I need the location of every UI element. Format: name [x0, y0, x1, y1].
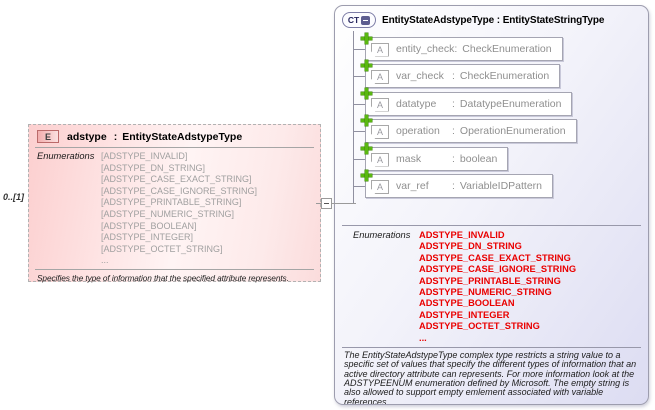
attribute-type: DatatypeEnumeration	[459, 97, 562, 110]
enumeration-item: [ADSTYPE_BOOLEAN]	[101, 220, 197, 231]
attribute-type: OperationEnumeration	[459, 125, 566, 137]
attribute-colon: :	[452, 70, 455, 82]
element-colon: :	[113, 130, 118, 143]
enumeration-item: [ADSTYPE_CASE_EXACT_STRING]	[101, 174, 252, 185]
complextype-enumerations-section: Enumerations ADSTYPE_INVALID ADSTYPE_DN_…	[342, 225, 641, 347]
enumeration-item: [ADSTYPE_CASE_IGNORE_STRING]	[101, 185, 258, 196]
attribute-type: CheckEnumeration	[462, 42, 552, 55]
add-plus-icon	[361, 142, 372, 154]
attribute-type: CheckEnumeration	[459, 70, 550, 82]
attribute-type: VariableIDPattern	[459, 180, 543, 192]
attribute-name: var_ref	[396, 180, 429, 192]
enumeration-item: ADSTYPE_DN_STRING	[419, 241, 522, 252]
enumeration-item: ...	[419, 332, 427, 343]
element-icon-label: E	[44, 131, 51, 142]
attribute-row-mask: A mask: boolean	[353, 142, 648, 171]
enumeration-item: [ADSTYPE_INVALID]	[101, 151, 188, 161]
attribute-colon: :	[452, 125, 455, 137]
enumeration-item: [ADSTYPE_INTEGER]	[101, 232, 194, 243]
complextype-header: CT EntityStateAdstypeType : EntityStateS…	[335, 6, 648, 31]
complextype-icon: CT	[342, 12, 376, 28]
attribute-name: operation	[396, 125, 440, 137]
attribute-box-mask[interactable]: A mask: boolean	[361, 142, 509, 171]
enumeration-item: [ADSTYPE_NUMERIC_STRING]	[101, 208, 235, 219]
add-plus-icon	[361, 115, 372, 126]
complextype-annotation: The EntityStateAdstypeType complex type …	[342, 347, 641, 404]
collapse-icon[interactable]	[361, 15, 371, 25]
attribute-row-entity-check: A entity_check: CheckEnumeration	[353, 32, 648, 61]
complextype-enumeration-list: ADSTYPE_INVALID ADSTYPE_DN_STRING ADSTYP…	[419, 230, 576, 344]
cardinality-label: 0..[1]	[3, 192, 25, 202]
attribute-name: mask	[396, 152, 422, 165]
complextype-base-type: EntityStateStringType	[502, 14, 605, 26]
enumeration-item: ADSTYPE_CASE_EXACT_STRING	[419, 252, 571, 263]
add-plus-icon	[361, 170, 372, 181]
element-title: adstype: EntityStateAdstypeType	[67, 131, 242, 143]
enumeration-item: ...	[101, 255, 109, 266]
add-plus-icon	[361, 60, 372, 71]
enumeration-item: ADSTYPE_NUMERIC_STRING	[419, 287, 552, 298]
enumeration-item: ADSTYPE_PRINTABLE_STRING	[419, 275, 561, 286]
enumeration-item: ADSTYPE_INTEGER	[419, 309, 510, 320]
attribute-icon: A	[371, 97, 389, 112]
element-type: EntityStateAdstypeType	[122, 130, 243, 143]
attribute-icon: A	[371, 180, 389, 194]
complextype-title: EntityStateAdstypeType : EntityStateStri…	[382, 15, 604, 26]
enumeration-item: ADSTYPE_INVALID	[419, 230, 505, 240]
attribute-colon: :	[452, 97, 455, 110]
complextype-box: CT EntityStateAdstypeType : EntityStateS…	[334, 5, 649, 405]
complextype-colon: :	[496, 14, 501, 26]
element-box: E adstype: EntityStateAdstypeType Enumera…	[28, 124, 321, 283]
element-annotation: Specifies the type of information that t…	[35, 268, 314, 283]
enumeration-item: ADSTYPE_CASE_IGNORE_STRING	[419, 264, 577, 275]
enumeration-item: ADSTYPE_OCTET_STRING	[419, 321, 540, 332]
element-icon: E	[37, 130, 59, 143]
attribute-colon: :	[452, 180, 455, 192]
element-header: E adstype: EntityStateAdstypeType	[29, 125, 320, 146]
collapse-handle[interactable]	[321, 198, 332, 209]
attribute-box-var-check[interactable]: A var_check: CheckEnumeration	[361, 60, 561, 88]
attribute-row-var-ref: A var_ref: VariableIDPattern	[353, 170, 648, 198]
element-enumerations-section: Enumerations [ADSTYPE_INVALID] [ADSTYPE_…	[29, 148, 320, 269]
attribute-row-datatype: A datatype: DatatypeEnumeration	[353, 87, 648, 116]
complextype-icon-label: CT	[347, 15, 360, 25]
attribute-name: entity_check	[396, 42, 455, 55]
attribute-icon: A	[371, 42, 389, 57]
attribute-tree: A entity_check: CheckEnumeration A var_ch…	[335, 31, 648, 221]
attribute-colon: :	[454, 42, 458, 55]
tree-spine	[353, 31, 354, 203]
attribute-name: var_check	[396, 70, 444, 82]
attribute-icon: A	[371, 152, 389, 167]
attribute-box-operation[interactable]: A operation: OperationEnumeration	[361, 115, 577, 143]
attribute-icon: A	[371, 70, 389, 84]
element-name: adstype	[67, 130, 107, 143]
enumeration-item: [ADSTYPE_PRINTABLE_STRING]	[101, 197, 242, 208]
enumeration-item: [ADSTYPE_DN_STRING]	[101, 162, 206, 173]
attribute-icon: A	[371, 125, 389, 139]
attribute-colon: :	[452, 152, 455, 165]
schema-diagram-canvas: E adstype: EntityStateAdstypeType Enumera…	[0, 0, 655, 410]
attribute-name: datatype	[396, 97, 437, 110]
enumeration-item: ADSTYPE_BOOLEAN	[419, 298, 515, 309]
attribute-box-var-ref[interactable]: A var_ref: VariableIDPattern	[361, 170, 554, 198]
attribute-box-datatype[interactable]: A datatype: DatatypeEnumeration	[361, 87, 573, 116]
attribute-box-entity-check[interactable]: A entity_check: CheckEnumeration	[361, 32, 563, 61]
add-plus-icon	[361, 87, 372, 99]
complextype-name: EntityStateAdstypeType	[382, 14, 495, 26]
add-plus-icon	[361, 32, 372, 44]
enumeration-item: [ADSTYPE_OCTET_STRING]	[101, 243, 223, 254]
enumerations-label: Enumerations	[37, 151, 95, 161]
attribute-row-operation: A operation: OperationEnumeration	[353, 115, 648, 143]
element-enumeration-list: [ADSTYPE_INVALID] [ADSTYPE_DN_STRING] [A…	[101, 151, 257, 267]
attribute-type: boolean	[459, 152, 498, 165]
enumerations-label: Enumerations	[353, 230, 411, 240]
attribute-row-var-check: A var_check: CheckEnumeration	[353, 60, 648, 88]
